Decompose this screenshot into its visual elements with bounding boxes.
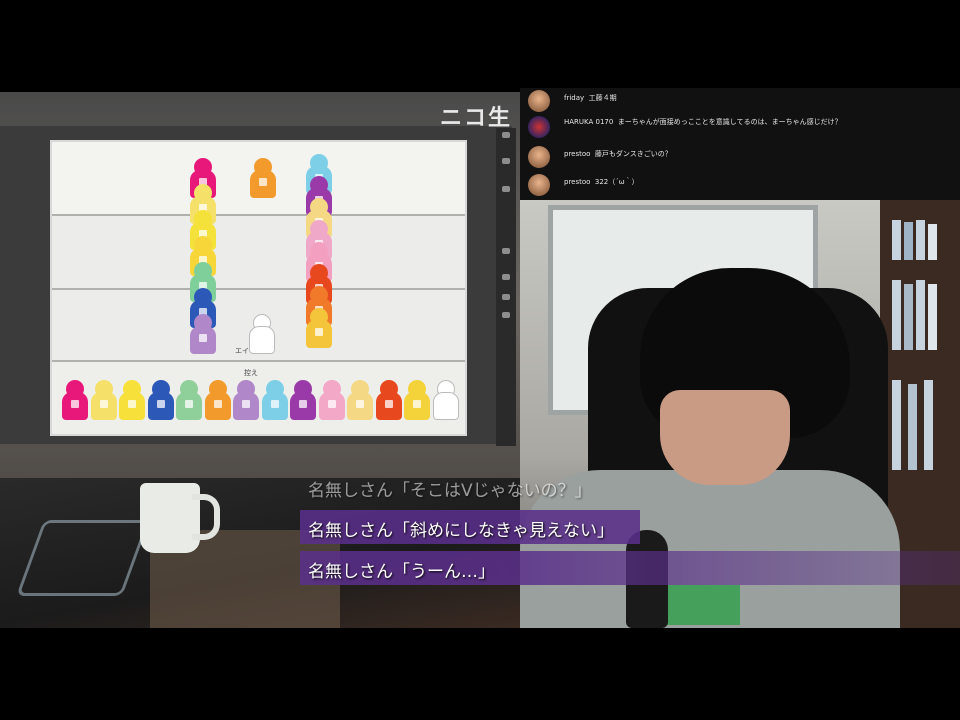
- mug: [140, 483, 200, 553]
- white-piece[interactable]: [249, 314, 275, 354]
- book: [892, 380, 901, 470]
- meeple-piece[interactable]: [318, 380, 345, 420]
- tool-icon[interactable]: [502, 186, 510, 192]
- book: [928, 284, 937, 350]
- meeple-piece[interactable]: [347, 380, 373, 420]
- slide-label-unit: エイ: [235, 347, 249, 355]
- meeple-piece[interactable]: [62, 380, 88, 420]
- book: [892, 220, 901, 260]
- tool-icon[interactable]: [502, 274, 510, 280]
- comment-row[interactable]: friday 工藤４期: [520, 88, 960, 114]
- letterbox-bottom: [0, 628, 960, 720]
- meeple-piece[interactable]: [261, 380, 288, 420]
- letterbox-top: [0, 0, 960, 92]
- meeple-piece[interactable]: [176, 380, 202, 420]
- meeple-piece[interactable]: [432, 380, 459, 420]
- slide-label-bench: 控え: [244, 369, 258, 377]
- meeple-piece[interactable]: [306, 308, 332, 348]
- comment-list: friday 工藤４期 HARUKA 0170 まーちゃんが面接めっこことを意識…: [520, 88, 960, 200]
- window-toolbar: [496, 128, 516, 446]
- user-avatar: [528, 90, 550, 112]
- niconico-brand: ニコ生: [440, 106, 513, 131]
- book: [892, 280, 901, 350]
- meeple-piece[interactable]: [250, 158, 276, 198]
- meeple-piece[interactable]: [233, 380, 259, 420]
- user-avatar: [528, 174, 550, 196]
- book: [916, 280, 925, 350]
- meeple-piece[interactable]: [90, 380, 117, 420]
- meeple-piece[interactable]: [375, 380, 402, 420]
- overlay-chat-message: 名無しさん「そこはVじゃないの？」: [300, 470, 620, 504]
- book: [916, 220, 925, 260]
- meeple-piece[interactable]: [190, 314, 216, 354]
- book: [904, 222, 913, 260]
- meeple-piece[interactable]: [290, 380, 316, 420]
- tool-icon[interactable]: [502, 312, 510, 318]
- book: [908, 384, 917, 470]
- meeple-piece[interactable]: [119, 380, 145, 420]
- tool-icon[interactable]: [502, 158, 510, 164]
- book: [928, 224, 937, 260]
- comment-row[interactable]: prestoo 藤戸もダンスきごいの？: [520, 144, 960, 170]
- overlay-chat-bar-tail: [500, 551, 960, 585]
- slide-canvas: エイ 控え: [50, 140, 467, 436]
- book: [924, 380, 933, 470]
- comment-row[interactable]: prestoo 322（´ω｀）: [520, 172, 960, 198]
- book: [904, 284, 913, 350]
- shelf-row: [52, 216, 465, 288]
- tool-icon[interactable]: [502, 294, 510, 300]
- meeple-piece[interactable]: [404, 380, 430, 420]
- overlay-chat-message: 名無しさん「うーん…」: [300, 551, 500, 585]
- tool-icon[interactable]: [502, 132, 510, 138]
- user-avatar: [528, 146, 550, 168]
- meeple-piece[interactable]: [147, 380, 174, 420]
- user-avatar: [528, 116, 550, 138]
- comment-row[interactable]: HARUKA 0170 まーちゃんが面接めっこことを意識してるのは、まーちゃん感…: [520, 114, 960, 140]
- overlay-chat-message: 名無しさん「斜めにしなきゃ見えない」: [300, 510, 640, 544]
- person-face: [660, 390, 790, 485]
- shelf-divider: [52, 360, 465, 362]
- tool-icon[interactable]: [502, 248, 510, 254]
- meeple-piece[interactable]: [204, 380, 231, 420]
- mug-handle: [192, 494, 220, 540]
